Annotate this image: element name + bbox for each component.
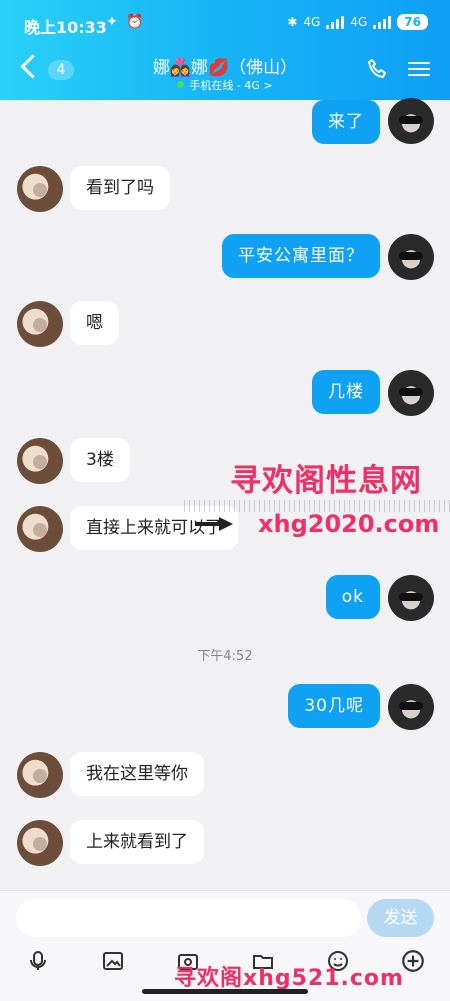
contact-avatar[interactable] <box>17 438 63 484</box>
status-time: 晚上10:33 <box>24 18 107 37</box>
my-avatar[interactable] <box>388 684 434 730</box>
message-row: 来了 <box>0 98 450 144</box>
message-bubble[interactable]: 看到了吗 <box>70 166 170 210</box>
message-bubble[interactable]: 30几呢 <box>288 684 380 728</box>
back-icon[interactable] <box>20 54 45 79</box>
online-dot-icon <box>177 81 185 88</box>
unread-count-badge[interactable]: 4 <box>48 60 74 80</box>
signal-label-b: 4G <box>350 15 368 29</box>
message-row: ok <box>0 575 450 621</box>
navigation-bar: 4 娜👩‍❤️‍👩娜💋（佛山） 手机在线 - 4G > <box>0 48 450 96</box>
bluetooth-icon: ✱ <box>287 15 298 29</box>
contact-name[interactable]: 娜👩‍❤️‍👩娜💋（佛山） <box>120 53 330 78</box>
message-row: 我在这里等你 <box>0 752 450 798</box>
my-avatar[interactable] <box>388 234 434 280</box>
message-bubble[interactable]: 我在这里等你 <box>70 752 204 796</box>
chat-header: 晚上10:33 ✦ ⏰ ✱ 4G 4G 76 4 娜👩‍❤️‍👩娜💋（佛山） 手… <box>0 0 450 100</box>
contact-avatar[interactable] <box>17 301 63 347</box>
contact-avatar[interactable] <box>17 506 63 552</box>
message-bubble[interactable]: 平安公寓里面？ <box>222 234 380 278</box>
signal-bars-b-icon <box>373 15 392 29</box>
contact-avatar[interactable] <box>17 752 63 798</box>
message-row: 嗯 <box>0 301 450 347</box>
home-indicator[interactable] <box>142 989 308 994</box>
arrow-icon <box>195 517 233 531</box>
message-timestamp: 下午4:52 <box>197 649 253 664</box>
contact-avatar[interactable] <box>17 820 63 866</box>
bottom-watermark: 寻欢阁xhg521.com <box>174 966 404 991</box>
my-avatar[interactable] <box>388 98 434 144</box>
message-row: 上来就看到了 <box>0 820 450 866</box>
my-avatar[interactable] <box>388 370 434 416</box>
status-icons: ✦ ⏰ <box>106 14 146 30</box>
signal-label-a: 4G <box>303 15 321 29</box>
my-avatar[interactable] <box>388 575 434 621</box>
message-input[interactable] <box>16 899 361 937</box>
message-composer: 发送 寻欢阁xhg521.com <box>0 890 450 1001</box>
message-bubble[interactable]: 嗯 <box>70 301 119 345</box>
menu-icon[interactable] <box>408 58 430 80</box>
message-row: 几楼 <box>0 370 450 416</box>
message-bubble[interactable]: 来了 <box>312 100 380 144</box>
status-bar: 晚上10:33 ✦ ⏰ ✱ 4G 4G 76 <box>0 0 450 46</box>
microphone-icon[interactable] <box>24 947 52 975</box>
message-row: 看到了吗 <box>0 166 450 212</box>
message-row: 30几呢 <box>0 684 450 730</box>
message-bubble[interactable]: 3楼 <box>70 438 130 482</box>
message-row: 平安公寓里面？ <box>0 234 450 280</box>
watermark-text: 寻欢阁性息网 <box>230 463 422 499</box>
phone-icon[interactable] <box>366 57 390 81</box>
message-bubble[interactable]: 上来就看到了 <box>70 820 204 864</box>
message-bubble[interactable]: ok <box>325 575 380 619</box>
watermark-domain: xhg2020.com <box>258 510 440 538</box>
online-status[interactable]: 手机在线 - 4G > <box>155 77 295 93</box>
contact-avatar[interactable] <box>17 166 63 212</box>
status-right: ✱ 4G 4G 76 <box>287 14 428 30</box>
online-status-text: 手机在线 - 4G > <box>189 79 273 92</box>
battery-level: 76 <box>397 14 428 30</box>
send-button[interactable]: 发送 <box>367 899 434 937</box>
message-bubble[interactable]: 几楼 <box>312 370 380 414</box>
image-icon[interactable] <box>99 947 127 975</box>
signal-bars-a-icon <box>326 15 345 29</box>
